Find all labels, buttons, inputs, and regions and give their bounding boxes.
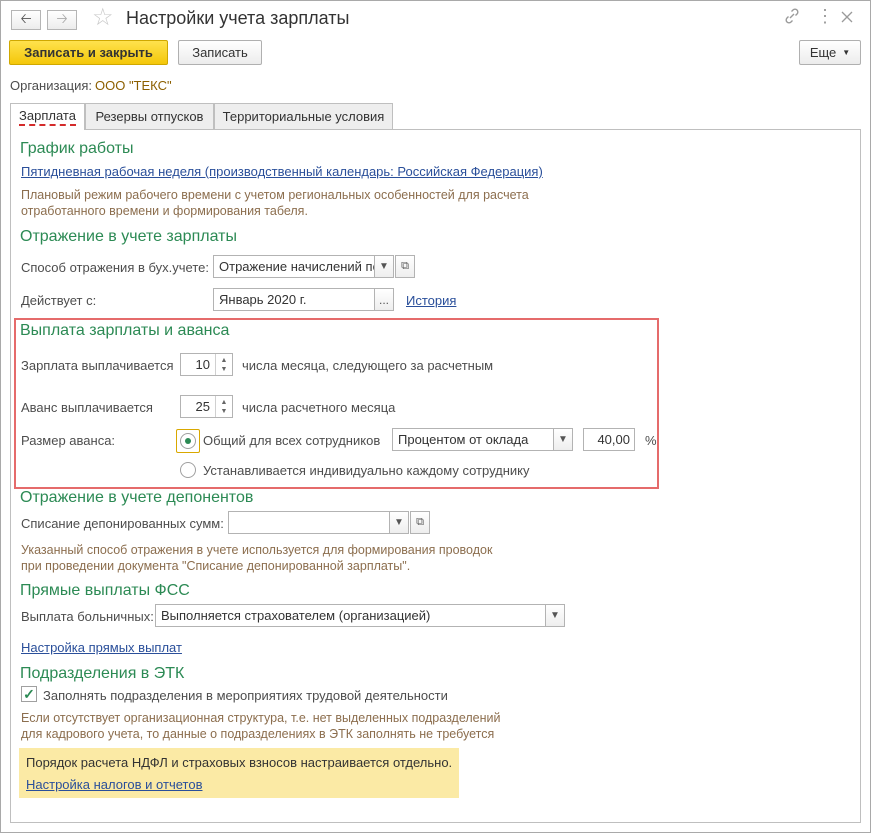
section-accounting: Отражение в учете зарплаты: [20, 228, 237, 245]
favorite-star-icon[interactable]: ☆: [92, 5, 114, 31]
arrow-left-icon: 🡠: [20, 10, 32, 26]
tax-note-text: Порядок расчета НДФЛ и страховых взносов…: [26, 755, 453, 770]
tab-salary-label: Зарплата: [19, 108, 76, 126]
dropdown-arrow-icon: ▼: [550, 610, 560, 621]
advance-method-dropdown[interactable]: ▼: [553, 428, 573, 451]
percent-sign: %: [645, 433, 657, 448]
radio-individual-label[interactable]: Устанавливается индивидуально каждому со…: [203, 463, 530, 478]
more-button[interactable]: Еще ▼: [799, 40, 861, 65]
advance-size-label: Размер аванса:: [21, 433, 116, 448]
accounting-method-dropdown[interactable]: ▼: [374, 255, 394, 278]
salary-paid-label: Зарплата выплачивается: [21, 358, 174, 373]
link-icon[interactable]: [784, 8, 800, 29]
history-link[interactable]: История: [406, 293, 456, 308]
etk-hint-1: Если отсутствует организационная структу…: [21, 711, 501, 725]
deponent-writeoff-select[interactable]: [228, 511, 390, 534]
radio-individual-advance[interactable]: [180, 462, 196, 478]
section-work-schedule: График работы: [20, 140, 134, 157]
accounting-method-label: Способ отражения в бух.учете:: [21, 260, 209, 275]
dropdown-arrow-icon: ▼: [842, 48, 851, 57]
advance-method-select[interactable]: Процентом от оклада: [392, 428, 554, 451]
radio-common-label[interactable]: Общий для всех сотрудников: [203, 433, 380, 448]
salary-paid-suffix: числа месяца, следующего за расчетным: [242, 358, 494, 373]
organization-label: Организация:: [10, 78, 93, 93]
tab-territorial-conditions[interactable]: Территориальные условия: [214, 103, 393, 129]
ellipsis-icon: ...: [378, 292, 389, 307]
effective-from-label: Действует с:: [21, 293, 97, 308]
window-title: Настройки учета зарплаты: [126, 8, 350, 28]
section-payment: Выплата зарплаты и аванса: [20, 322, 230, 339]
back-button[interactable]: 🡠: [11, 10, 41, 30]
tax-settings-note: Порядок расчета НДФЛ и страховых взносов…: [19, 748, 459, 798]
deponents-hint-2: при проведении документа "Списание депон…: [21, 559, 411, 573]
work-schedule-hint-2: отработанного времени и формирования таб…: [21, 204, 308, 218]
advance-percent-input[interactable]: 40,00: [583, 428, 635, 451]
work-schedule-link[interactable]: Пятидневная рабочая неделя (производстве…: [21, 164, 543, 179]
sick-pay-select[interactable]: Выполняется страхователем (организацией): [155, 604, 546, 627]
checkmark-icon: ✓: [23, 685, 35, 702]
effective-from-picker[interactable]: ...: [374, 288, 394, 311]
advance-day-stepper[interactable]: 25 ▲ ▼: [180, 395, 233, 418]
deponent-writeoff-label: Списание депонированных сумм:: [21, 516, 224, 531]
section-fss: Прямые выплаты ФСС: [20, 582, 190, 599]
advance-day-value: 25: [195, 399, 210, 414]
etk-hint-2: для кадрового учета, то данные о подразд…: [21, 727, 495, 741]
etk-departments-checkbox[interactable]: ✓: [21, 686, 37, 702]
tab-vacation-reserves[interactable]: Резервы отпусков: [85, 103, 214, 129]
more-button-label: Еще: [809, 45, 837, 60]
dropdown-arrow-icon: ▼: [558, 434, 568, 445]
close-icon[interactable]: [841, 10, 853, 28]
section-etk: Подразделения в ЭТК: [20, 665, 185, 682]
stepper-arrows-icon[interactable]: ▲ ▼: [215, 396, 232, 417]
work-schedule-hint-1: Плановый режим рабочего времени с учетом…: [21, 188, 529, 202]
save-button[interactable]: Записать: [178, 40, 262, 65]
settings-window: 🡠 🡢 ☆ Настройки учета зарплаты ⋮ Записат…: [0, 0, 871, 833]
deponent-writeoff-dropdown[interactable]: ▼: [389, 511, 409, 534]
effective-from-input[interactable]: Январь 2020 г.: [213, 288, 375, 311]
advance-paid-label: Аванс выплачивается: [21, 400, 153, 415]
accounting-method-open[interactable]: ⧉: [395, 255, 415, 278]
deponents-hint-1: Указанный способ отражения в учете испол…: [21, 543, 493, 557]
advance-paid-suffix: числа расчетного месяца: [242, 400, 396, 415]
stepper-arrows-icon[interactable]: ▲ ▼: [215, 354, 232, 375]
organization-value[interactable]: ООО "ТЕКС": [95, 78, 172, 93]
sick-pay-label: Выплата больничных:: [21, 609, 154, 624]
tax-settings-link[interactable]: Настройка налогов и отчетов: [26, 777, 202, 792]
menu-dots-icon[interactable]: ⋮: [816, 6, 834, 27]
salary-day-stepper[interactable]: 10 ▲ ▼: [180, 353, 233, 376]
open-window-icon: ⧉: [416, 516, 424, 528]
etk-departments-label[interactable]: Заполнять подразделения в мероприятиях т…: [43, 688, 448, 703]
accounting-method-select[interactable]: Отражение начислений по: [213, 255, 375, 278]
forward-button[interactable]: 🡢: [47, 10, 77, 30]
radio-common-advance[interactable]: [180, 433, 196, 449]
tab-salary[interactable]: Зарплата: [10, 103, 85, 130]
open-window-icon: ⧉: [401, 260, 409, 272]
sick-pay-dropdown[interactable]: ▼: [545, 604, 565, 627]
salary-day-value: 10: [195, 357, 210, 372]
direct-payments-settings-link[interactable]: Настройка прямых выплат: [21, 640, 182, 655]
arrow-right-icon: 🡢: [56, 10, 68, 26]
section-deponents: Отражение в учете депонентов: [20, 489, 254, 506]
dropdown-arrow-icon: ▼: [379, 261, 389, 272]
dropdown-arrow-icon: ▼: [394, 517, 404, 528]
deponent-writeoff-open[interactable]: ⧉: [410, 511, 430, 534]
save-and-close-button[interactable]: Записать и закрыть: [9, 40, 168, 65]
